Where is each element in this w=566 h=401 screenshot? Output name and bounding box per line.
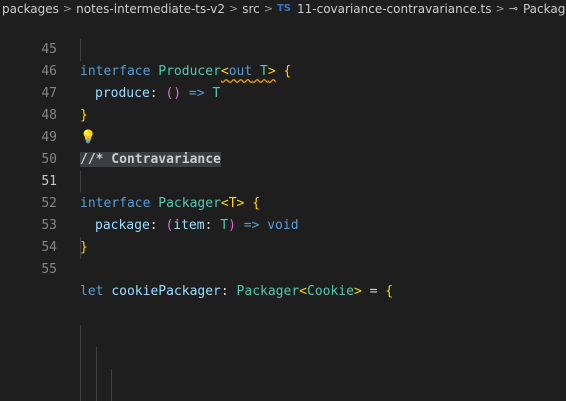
chevron-right-icon: > — [495, 2, 505, 15]
indent-guide — [96, 347, 97, 401]
keyword: let — [80, 284, 104, 299]
code-line: 46 produce: () => T — [0, 39, 566, 101]
typescript-file-icon: TS — [276, 3, 292, 14]
punctuation: : — [220, 284, 237, 299]
code-line: 48 — [0, 83, 566, 123]
code-line: 47 } — [0, 61, 566, 123]
indent-guide — [111, 369, 112, 391]
chevron-right-icon: > — [62, 2, 73, 15]
chevron-right-icon: > — [263, 2, 273, 15]
code-line: 49 //* Contravariance — [0, 105, 566, 167]
variable: cookiePackager — [111, 284, 221, 299]
type-arg: Cookie — [307, 284, 354, 299]
breadcrumb: packages > notes-intermediate-ts-v2 > sr… — [0, 0, 566, 17]
bracket: { — [385, 284, 394, 299]
indent-guide — [111, 391, 112, 401]
type-name: Packager — [236, 284, 300, 299]
operator: = — [361, 284, 386, 299]
code-line: 55 let cookiePackager: Packager<Cookie> … — [0, 237, 566, 299]
breadcrumb-item-packages[interactable]: packages — [0, 2, 61, 16]
breadcrumb-item-project[interactable]: notes-intermediate-ts-v2 — [74, 2, 227, 16]
lightbulb-icon[interactable]: 💡 — [80, 127, 96, 149]
breadcrumb-item-file[interactable]: 11-covariance-contravariance.ts — [295, 2, 494, 16]
code-line: 52 package: (item: T) => void — [0, 171, 566, 233]
symbol-interface-icon: ⊸ — [508, 2, 518, 15]
bracket: < — [299, 284, 307, 299]
line-number: 55 — [41, 262, 57, 277]
bracket: > — [353, 284, 362, 299]
code-line: 50 💡 — [0, 127, 566, 167]
code-line: 45 interface Producer<out T> { — [0, 17, 566, 79]
breadcrumb-item-symbol[interactable]: Packager — [521, 2, 566, 16]
code-line: 53 } — [0, 193, 566, 255]
breadcrumb-item-src[interactable]: src — [240, 2, 262, 16]
code-editor[interactable]: 45 interface Producer<out T> { 46 produc… — [0, 17, 566, 401]
code-line: 51 interface Packager<T> { — [0, 149, 566, 211]
indent-guide — [80, 325, 81, 401]
chevron-right-icon: > — [229, 2, 239, 15]
